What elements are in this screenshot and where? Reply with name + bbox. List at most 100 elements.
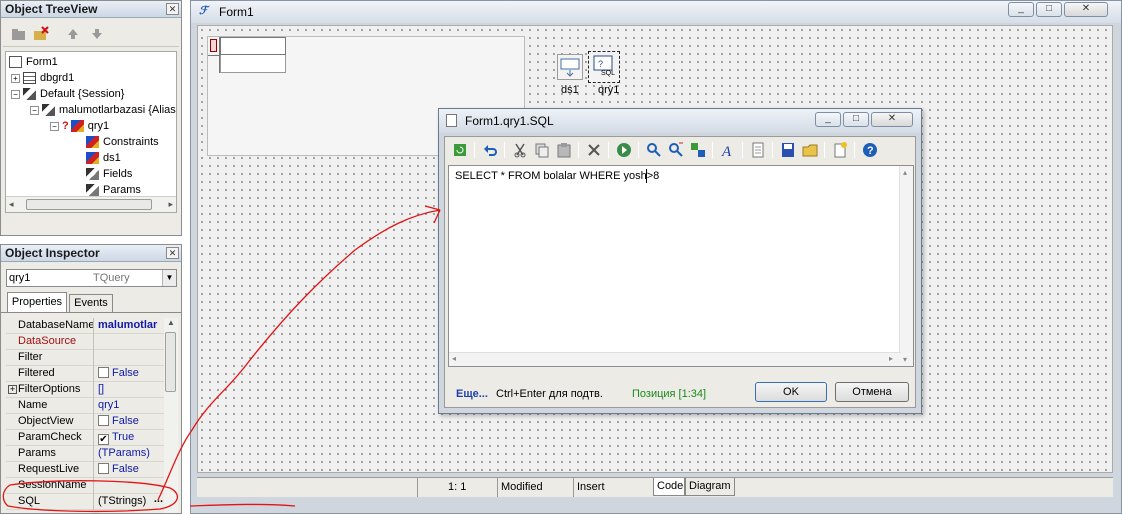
expand-icon[interactable]: + <box>11 73 20 83</box>
expand-icon[interactable]: + <box>8 385 17 394</box>
toolbar-separator <box>712 142 713 158</box>
treeview-title: Object TreeView <box>1 1 181 18</box>
execute-icon[interactable] <box>615 141 633 159</box>
tree-node-ds1[interactable]: ds1 <box>86 150 121 166</box>
find-next-icon[interactable] <box>667 141 685 159</box>
datasource-icon <box>86 152 99 165</box>
component-selector[interactable]: qry1 TQuery ▼ <box>6 269 177 287</box>
new-folder-icon[interactable] <box>11 26 27 42</box>
tree-node-dbgrd1[interactable]: + dbgrd1 <box>11 70 74 86</box>
font-icon[interactable]: A <box>719 141 737 159</box>
minimize-button[interactable]: _ <box>1008 2 1034 17</box>
scroll-left-icon[interactable]: ◂ <box>9 199 14 210</box>
toolbar-separator <box>772 142 773 158</box>
sql-hscrollbar[interactable]: ◂ ▸ <box>449 352 901 366</box>
copy-icon[interactable] <box>533 141 551 159</box>
scroll-right-icon[interactable]: ▸ <box>168 199 173 210</box>
scroll-right-icon[interactable]: ▸ <box>889 354 893 363</box>
dialog-minimize-button[interactable]: _ <box>815 112 841 127</box>
property-row[interactable]: RequestLive False <box>6 462 164 478</box>
object-tree[interactable]: Form1 + dbgrd1 − Default {Session} − malumo… <box>5 51 177 213</box>
collapse-icon[interactable]: − <box>30 105 39 115</box>
property-row[interactable]: ObjectView False <box>6 414 164 430</box>
move-down-icon[interactable] <box>89 26 105 42</box>
tab-diagram[interactable]: Diagram <box>685 478 735 496</box>
collapse-icon[interactable]: − <box>50 121 59 131</box>
sql-text[interactable]: SELECT * FROM bolalar WHERE yosh>8 <box>455 170 659 182</box>
scroll-up-icon[interactable]: ▲ <box>167 318 175 327</box>
checkbox-checked-icon[interactable]: ✔ <box>98 434 109 445</box>
tab-events[interactable]: Events <box>69 294 113 312</box>
refresh-icon[interactable] <box>451 141 469 159</box>
collapse-icon[interactable]: − <box>11 89 20 99</box>
treeview-close-button[interactable]: ✕ <box>166 3 179 15</box>
inspector-title: Object Inspector <box>1 245 181 262</box>
more-link[interactable]: Еще... <box>456 388 488 400</box>
property-row[interactable]: ParamCheck ✔ True <box>6 430 164 446</box>
move-up-icon[interactable] <box>65 26 81 42</box>
inspector-close-button[interactable]: ✕ <box>166 247 179 259</box>
scroll-thumb[interactable] <box>26 199 152 210</box>
toolbar-separator <box>608 142 609 158</box>
tree-node-qry1[interactable]: −? qry1 <box>50 118 109 134</box>
tab-code[interactable]: Code <box>653 478 685 496</box>
help-icon[interactable]: ? <box>861 141 879 159</box>
grid-cell[interactable] <box>220 55 286 73</box>
sql-vscrollbar[interactable]: ▴ ▾ <box>899 166 913 366</box>
tree-node-constraints[interactable]: Constraints <box>86 134 159 150</box>
object-treeview-panel: Object TreeView ✕ Form1 + dbgrd1 − Default… <box>0 0 182 236</box>
dialog-maximize-button[interactable]: □ <box>843 112 869 127</box>
property-row[interactable]: DataSource <box>6 334 164 350</box>
close-button[interactable]: ✕ <box>1064 2 1108 17</box>
tree-hscrollbar[interactable]: ◂ ▸ <box>6 196 176 212</box>
grid-cell[interactable] <box>220 37 286 55</box>
tree-node-fields[interactable]: Fields <box>86 166 132 182</box>
dialog-close-button[interactable]: ✕ <box>871 112 913 127</box>
cut-icon[interactable] <box>511 141 529 159</box>
checkbox-unchecked-icon[interactable] <box>98 463 109 474</box>
checkbox-unchecked-icon[interactable] <box>98 415 109 426</box>
tree-node-alias[interactable]: − malumotlarbazasi {Alias <box>30 102 176 118</box>
save-icon[interactable] <box>779 141 797 159</box>
open-folder-icon[interactable] <box>801 141 819 159</box>
sql-dialog-titlebar: Form1.qry1.SQL _ □ ✕ <box>439 109 921 133</box>
page-icon[interactable] <box>749 141 767 159</box>
checkbox-unchecked-icon[interactable] <box>98 367 109 378</box>
new-document-icon[interactable] <box>831 141 849 159</box>
constraints-icon <box>86 136 99 149</box>
inspector-vscrollbar[interactable]: ▲ <box>164 318 178 513</box>
tree-node-session[interactable]: − Default {Session} <box>11 86 124 102</box>
replace-icon[interactable] <box>689 141 707 159</box>
scroll-up-icon[interactable]: ▴ <box>903 168 907 177</box>
scroll-down-icon[interactable]: ▾ <box>903 355 907 364</box>
sql-text-editor[interactable]: SELECT * FROM bolalar WHERE yosh>8 ▴ ▾ ◂… <box>448 165 914 367</box>
scroll-thumb[interactable] <box>165 332 176 392</box>
sql-toolbar: A ? <box>447 139 913 163</box>
property-row[interactable]: Params (TParams) <box>6 446 164 462</box>
datasource-icon <box>560 58 580 77</box>
delete-item-icon[interactable] <box>33 26 49 42</box>
property-row[interactable]: Filtered False <box>6 366 164 382</box>
scroll-left-icon[interactable]: ◂ <box>452 354 456 363</box>
property-row[interactable]: + FilterOptions [] <box>6 382 164 398</box>
tab-properties[interactable]: Properties <box>7 292 67 312</box>
property-row[interactable]: Filter <box>6 350 164 366</box>
session-icon <box>23 88 36 101</box>
toolbar-separator <box>638 142 639 158</box>
qry1-component[interactable]: ? SQL <box>588 51 620 83</box>
undo-icon[interactable] <box>481 141 499 159</box>
ds1-component[interactable] <box>557 54 583 80</box>
maximize-button[interactable]: □ <box>1036 2 1062 17</box>
dropdown-arrow-icon[interactable]: ▼ <box>162 270 176 286</box>
tree-node-form1[interactable]: Form1 <box>9 54 58 70</box>
cancel-button[interactable]: Отмена <box>835 382 909 402</box>
find-icon[interactable] <box>645 141 663 159</box>
delete-icon[interactable] <box>585 141 603 159</box>
ok-button[interactable]: OK <box>755 382 827 402</box>
paste-icon[interactable] <box>555 141 573 159</box>
property-row[interactable]: Name qry1 <box>6 398 164 414</box>
property-row[interactable]: DatabaseName malumotlar <box>6 318 164 334</box>
property-row-sql[interactable]: SQL (TStrings)... <box>6 494 164 510</box>
ellipsis-button[interactable]: ... <box>154 494 163 507</box>
property-row[interactable]: SessionName <box>6 478 164 494</box>
